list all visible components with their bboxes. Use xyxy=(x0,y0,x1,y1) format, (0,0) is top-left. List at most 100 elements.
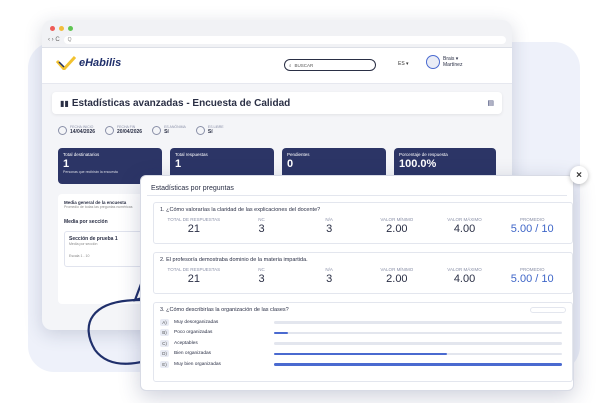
question-text: 2. El profesor/a demostraba dominio de l… xyxy=(160,257,308,263)
option-key: B) xyxy=(160,329,169,337)
avatar xyxy=(426,55,440,69)
info-value: Sí xyxy=(164,129,169,135)
logo-check-icon xyxy=(56,56,76,70)
logo-text: eHabilis xyxy=(79,57,122,69)
question-metrics: TOTAL DE RESPUESTAS 21 NC 3 N/A 3 VALOR MÍN… xyxy=(154,267,572,285)
metric-label: TOTAL DE RESPUESTAS xyxy=(167,267,221,272)
info-value: Sí xyxy=(207,129,213,135)
option-bar-track xyxy=(274,352,562,355)
browser-chrome: ‹ › C Q xyxy=(42,20,512,48)
search-input[interactable]: ⌕ BUSCAR xyxy=(284,59,376,71)
metric-max: VALOR MÁXIMO 4.00 xyxy=(431,217,499,235)
stat-label: Total respuestas xyxy=(175,152,208,157)
metric-label: NC xyxy=(258,267,265,272)
search-icon: ⌕ xyxy=(289,62,292,68)
metric-max: VALOR MÁXIMO 4.00 xyxy=(431,267,499,285)
info-free: Es libre Sí xyxy=(195,125,224,135)
metric-label: N/A xyxy=(325,217,333,222)
metric-label: VALOR MÁXIMO xyxy=(447,267,482,272)
metric-label: NC xyxy=(258,217,265,222)
nav-icons[interactable]: ‹ › C xyxy=(48,37,60,43)
question-card-2: 2. El profesor/a demostraba dominio de l… xyxy=(153,252,573,294)
app-header: eHabilis ⌕ BUSCAR ES ▾ Brais ▾ Martínez xyxy=(42,48,512,84)
metric-total: TOTAL DE RESPUESTAS 21 xyxy=(160,217,228,235)
section-range: Escala 1 - 10 xyxy=(69,254,90,258)
popup-title: Estadísticas por preguntas xyxy=(147,182,567,196)
option-row: A) Muy desorganizadas xyxy=(154,317,572,328)
option-bar-track xyxy=(274,363,562,366)
minimize-dot-icon[interactable] xyxy=(59,26,64,31)
metric-min: VALOR MÍNIMO 2.00 xyxy=(363,267,431,285)
metric-nc: NC 3 xyxy=(228,217,296,235)
page-title-bar: ▮▮ Estadísticas avanzadas - Encuesta de … xyxy=(52,92,502,114)
metric-value: 3 xyxy=(258,223,265,235)
stat-value: 100.0% xyxy=(399,158,437,170)
info-anonymous: Es anónima Sí xyxy=(152,125,186,135)
bar-chart-icon: ▮▮ xyxy=(60,98,69,108)
option-key: E) xyxy=(160,360,169,368)
stat-label: Pendientes xyxy=(287,152,310,157)
option-row: E) Muy bien organizadas xyxy=(154,359,572,370)
metric-na: N/A 3 xyxy=(295,267,363,285)
option-label: Aceptables xyxy=(174,340,198,346)
metric-value: 3 xyxy=(258,273,265,285)
menu-icon[interactable]: ▤ xyxy=(487,99,494,107)
logo[interactable]: eHabilis xyxy=(56,56,121,70)
option-bar-track xyxy=(274,342,562,345)
question-card-1: 1. ¿Cómo valorarías la claridad de las e… xyxy=(153,202,573,244)
metric-value: 2.00 xyxy=(386,273,408,285)
maximize-dot-icon[interactable] xyxy=(68,26,73,31)
info-end-date: Fecha fin 20/04/2026 xyxy=(105,125,142,135)
incognito-icon xyxy=(152,125,162,135)
metric-min: VALOR MÍNIMO 2.00 xyxy=(363,217,431,235)
option-bar-track xyxy=(274,331,562,334)
info-value: 20/04/2026 xyxy=(117,129,143,135)
user-name: Brais ▾ Martínez xyxy=(443,56,462,68)
info-start-date: Fecha inicio 14/04/2026 xyxy=(58,125,95,135)
metric-value: 5.00 / 10 xyxy=(510,273,554,285)
metric-value: 21 xyxy=(187,223,200,235)
option-row: B) Poco organizadas xyxy=(154,328,572,339)
survey-info: Fecha inicio 14/04/2026 Fecha fin 20/04/20… xyxy=(58,120,496,140)
metric-label: VALOR MÁXIMO xyxy=(447,217,482,222)
question-text: 1. ¿Cómo valorarías la claridad de las e… xyxy=(160,207,321,213)
close-dot-icon[interactable] xyxy=(50,26,55,31)
unlock-icon xyxy=(195,125,205,135)
option-bar-fill xyxy=(274,363,562,366)
question-metrics: TOTAL DE RESPUESTAS 21 NC 3 N/A 3 VALOR MÍN… xyxy=(154,217,572,235)
metric-average: PROMEDIO 5.00 / 10 xyxy=(498,217,566,235)
option-row: D) Bien organizadas xyxy=(154,349,572,360)
metric-label: VALOR MÍNIMO xyxy=(380,267,414,272)
left-summary-card: Media general de la encuesta Promedio de… xyxy=(58,194,153,304)
metric-value: 5.00 / 10 xyxy=(510,223,554,235)
metric-na: N/A 3 xyxy=(295,217,363,235)
user-menu[interactable]: Brais ▾ Martínez xyxy=(426,55,462,69)
metric-value: 3 xyxy=(326,273,333,285)
section-card[interactable]: Sección de prueba 1 Media por sección Es… xyxy=(64,231,147,267)
metric-value: 2.00 xyxy=(386,223,408,235)
general-average-sub: Promedio de todas las preguntas numérica… xyxy=(64,205,133,209)
close-popup-button[interactable]: × xyxy=(570,166,588,184)
stat-label: Total destinatarios xyxy=(63,152,100,157)
search-hint: Q xyxy=(67,37,72,43)
metric-value: 4.00 xyxy=(453,223,476,235)
option-label: Muy bien organizadas xyxy=(174,361,221,367)
section-sub: Media por sección xyxy=(69,242,98,246)
question-text: 3. ¿Cómo describirías la organización de… xyxy=(160,307,289,313)
stat-value: 1 xyxy=(63,158,70,170)
metric-value: 21 xyxy=(187,273,200,285)
option-label: Bien organizadas xyxy=(174,351,212,357)
question-stats-popup: Estadísticas por preguntas 1. ¿Cómo valo… xyxy=(140,175,574,391)
metric-value: 4.00 xyxy=(453,273,476,285)
question-badge xyxy=(530,307,566,313)
stat-sub: Personas que recibirán la encuesta xyxy=(63,170,118,174)
language-selector[interactable]: ES ▾ xyxy=(398,61,409,67)
option-label: Poco organizadas xyxy=(174,330,213,336)
window-controls xyxy=(50,26,73,31)
stat-value: 0 xyxy=(287,158,294,170)
search-placeholder: BUSCAR xyxy=(294,62,314,68)
calendar-icon xyxy=(105,125,115,135)
address-field[interactable]: Q xyxy=(63,36,506,44)
metric-label: PROMEDIO xyxy=(519,217,545,222)
metric-average: PROMEDIO 5.00 / 10 xyxy=(498,267,566,285)
